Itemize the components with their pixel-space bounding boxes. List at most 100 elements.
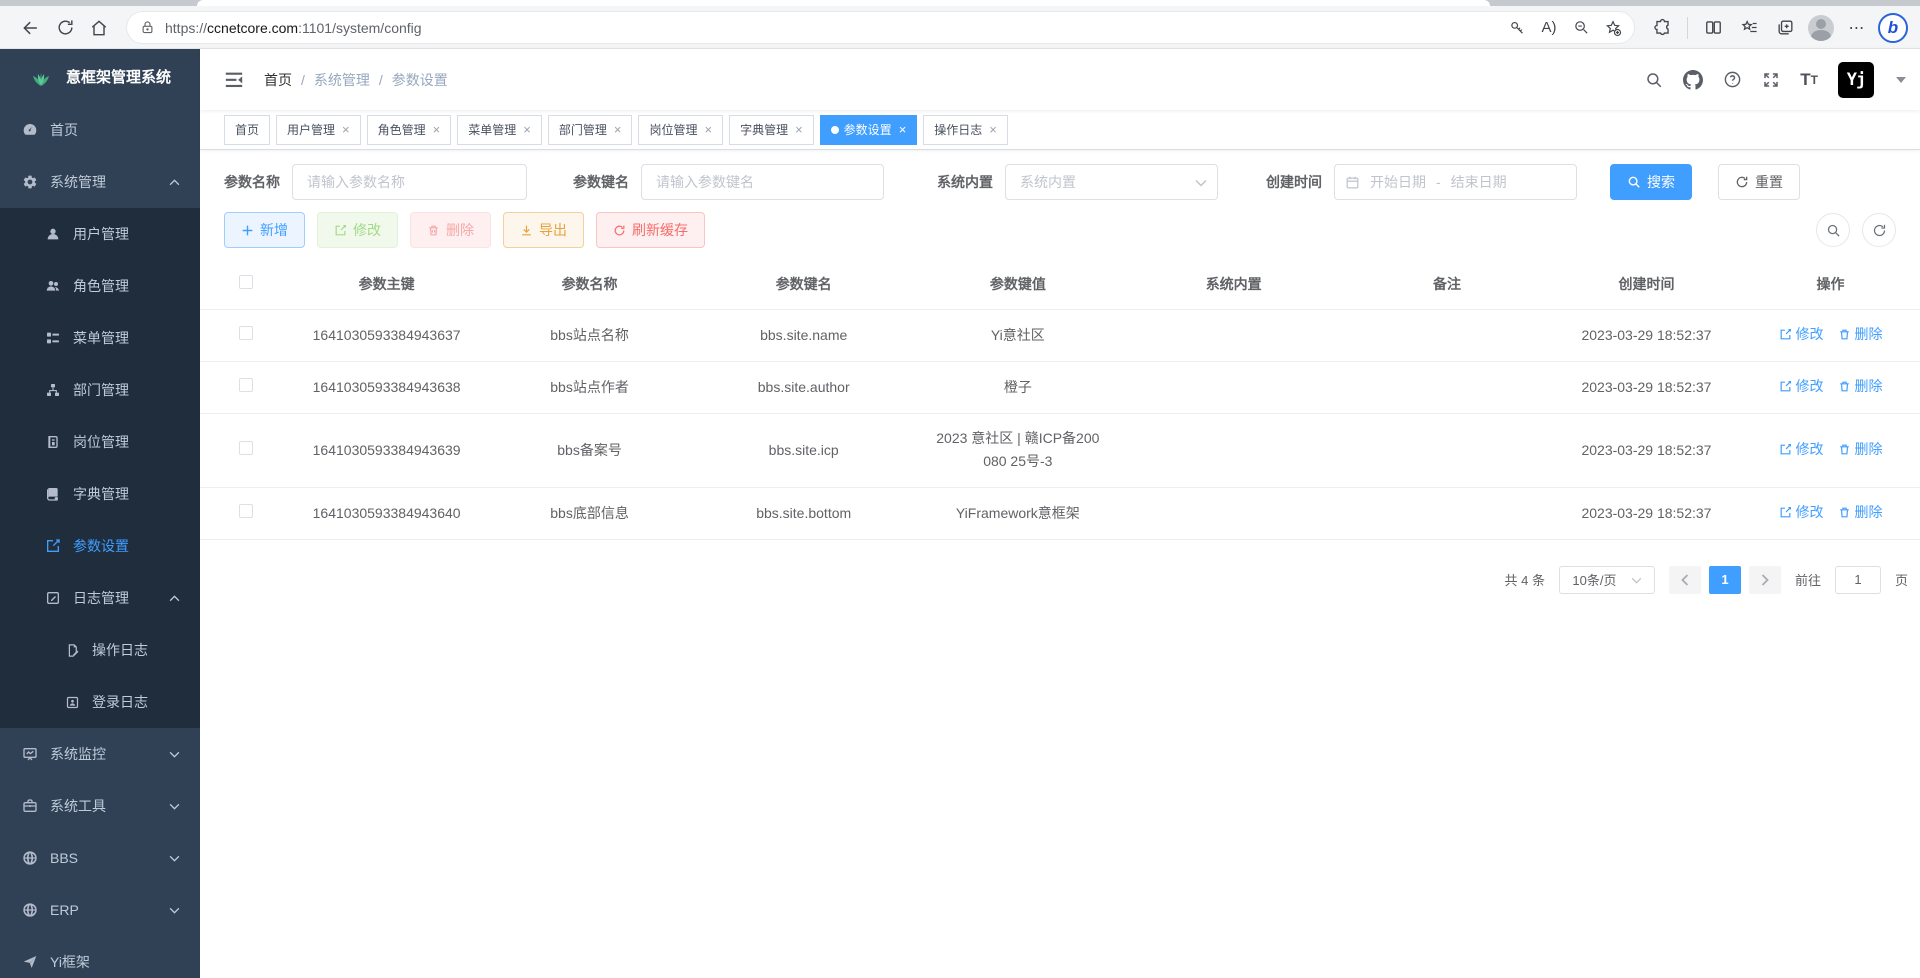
back-button[interactable] — [14, 11, 48, 45]
tab-menus[interactable]: 菜单管理× — [457, 115, 542, 145]
close-icon[interactable]: × — [614, 122, 622, 137]
header-search-button[interactable] — [1645, 71, 1663, 89]
copilot-button[interactable]: b — [1876, 11, 1910, 45]
users-icon — [45, 278, 61, 294]
search-button[interactable]: 搜索 — [1610, 164, 1692, 200]
tab-home[interactable]: 首页 — [224, 115, 270, 145]
close-icon[interactable]: × — [433, 122, 441, 137]
avatar-caret-icon[interactable] — [1896, 77, 1906, 83]
favorites-button[interactable] — [1732, 11, 1766, 45]
tab-config-active[interactable]: 参数设置× — [820, 115, 918, 145]
read-aloud-button[interactable]: A) — [1535, 14, 1563, 42]
row-delete-link[interactable]: 删除 — [1838, 438, 1883, 461]
url-bar[interactable]: https://ccnetcore.com:1101/system/config… — [126, 11, 1635, 44]
row-checkbox[interactable] — [239, 441, 253, 455]
close-icon[interactable]: × — [342, 122, 350, 137]
refresh-cache-button[interactable]: 刷新缓存 — [596, 212, 705, 248]
row-edit-link[interactable]: 修改 — [1779, 501, 1824, 524]
chevron-down-icon — [169, 803, 180, 810]
goto-page-input[interactable] — [1835, 566, 1881, 594]
filter-builtin-label: 系统内置 — [937, 172, 993, 192]
edit-icon — [334, 224, 347, 237]
breadcrumb-home[interactable]: 首页 — [264, 70, 292, 90]
add-favorite-button[interactable] — [1599, 14, 1627, 42]
sidebar-item-depts[interactable]: 部门管理 — [0, 364, 200, 416]
github-button[interactable] — [1683, 70, 1703, 90]
close-icon[interactable]: × — [704, 122, 712, 137]
tab-posts[interactable]: 岗位管理× — [638, 115, 723, 145]
close-icon[interactable]: × — [523, 122, 531, 137]
tab-dicts[interactable]: 字典管理× — [729, 115, 814, 145]
filter-name-input[interactable] — [292, 164, 527, 200]
password-button[interactable] — [1503, 14, 1531, 42]
row-checkbox[interactable] — [239, 326, 253, 340]
row-delete-link[interactable]: 删除 — [1838, 375, 1883, 398]
refresh-table-button[interactable] — [1862, 213, 1896, 247]
close-icon[interactable]: × — [899, 122, 907, 137]
home-button[interactable] — [82, 11, 116, 45]
cell-name: bbs备案号 — [482, 414, 697, 487]
sidebar-item-yiframework[interactable]: Yi框架 — [0, 936, 200, 978]
sidebar-item-dicts[interactable]: 字典管理 — [0, 468, 200, 520]
sidebar-item-erp[interactable]: ERP — [0, 884, 200, 936]
profile-button[interactable] — [1804, 11, 1838, 45]
page-number-1[interactable]: 1 — [1709, 566, 1741, 594]
extensions-button[interactable] — [1645, 11, 1679, 45]
fullscreen-button[interactable] — [1762, 71, 1780, 89]
sidebar-item-logs[interactable]: 日志管理 — [0, 572, 200, 624]
sidebar-item-tools[interactable]: 系统工具 — [0, 780, 200, 832]
sidebar-item-oplog[interactable]: 操作日志 — [0, 624, 200, 676]
logo[interactable]: 意框架管理系统 — [0, 49, 200, 104]
sidebar-item-roles[interactable]: 角色管理 — [0, 260, 200, 312]
settings-more-button[interactable]: ⋯ — [1840, 11, 1874, 45]
browser-tabstrip — [0, 0, 1920, 6]
sidebar-item-label: 登录日志 — [92, 692, 148, 712]
sidebar-item-users[interactable]: 用户管理 — [0, 208, 200, 260]
font-size-button[interactable]: TT — [1800, 70, 1818, 90]
next-page-button[interactable] — [1749, 566, 1781, 594]
sidebar-item-home[interactable]: 首页 — [0, 104, 200, 156]
sidebar-item-bbs[interactable]: BBS — [0, 832, 200, 884]
row-checkbox[interactable] — [239, 378, 253, 392]
sidebar-item-menus[interactable]: 菜单管理 — [0, 312, 200, 364]
sidebar-item-system[interactable]: 系统管理 — [0, 156, 200, 208]
sidebar-item-loginlog[interactable]: 登录日志 — [0, 676, 200, 728]
delete-button[interactable]: 删除 — [410, 212, 491, 248]
close-icon[interactable]: × — [989, 122, 997, 137]
select-all-checkbox[interactable] — [239, 275, 253, 289]
tab-roles[interactable]: 角色管理× — [367, 115, 452, 145]
refresh-button[interactable] — [48, 11, 82, 45]
collections-button[interactable] — [1768, 11, 1802, 45]
toggle-search-button[interactable] — [1816, 213, 1850, 247]
row-delete-link[interactable]: 删除 — [1838, 323, 1883, 346]
date-range-picker[interactable]: 开始日期 - 结束日期 — [1334, 164, 1577, 200]
url-text[interactable]: https://ccnetcore.com:1101/system/config — [165, 20, 1503, 36]
split-screen-button[interactable] — [1696, 11, 1730, 45]
zoom-out-button[interactable] — [1567, 14, 1595, 42]
row-edit-link[interactable]: 修改 — [1779, 438, 1824, 461]
user-avatar-button[interactable]: Yj — [1838, 62, 1874, 98]
sidebar-item-config[interactable]: 参数设置 — [0, 520, 200, 572]
breadcrumb-system[interactable]: 系统管理 — [314, 70, 370, 90]
filter-key-input[interactable] — [641, 164, 884, 200]
collapse-sidebar-button[interactable] — [216, 62, 252, 98]
row-edit-link[interactable]: 修改 — [1779, 375, 1824, 398]
prev-page-button[interactable] — [1669, 566, 1701, 594]
help-button[interactable] — [1723, 70, 1742, 89]
close-icon[interactable]: × — [795, 122, 803, 137]
edit-button[interactable]: 修改 — [317, 212, 398, 248]
builtin-select[interactable]: 系统内置 — [1005, 164, 1218, 200]
export-button[interactable]: 导出 — [503, 212, 584, 248]
browser-active-tab[interactable] — [197, 0, 1490, 6]
row-checkbox[interactable] — [239, 504, 253, 518]
sidebar-item-monitor[interactable]: 系统监控 — [0, 728, 200, 780]
row-edit-link[interactable]: 修改 — [1779, 323, 1824, 346]
add-button[interactable]: 新增 — [224, 212, 305, 248]
page-size-select[interactable]: 10条/页 — [1559, 566, 1655, 594]
tab-oplog[interactable]: 操作日志× — [923, 115, 1008, 145]
row-delete-link[interactable]: 删除 — [1838, 501, 1883, 524]
tab-depts[interactable]: 部门管理× — [548, 115, 633, 145]
sidebar-item-posts[interactable]: 岗位管理 — [0, 416, 200, 468]
tab-users[interactable]: 用户管理× — [276, 115, 361, 145]
reset-button[interactable]: 重置 — [1718, 164, 1800, 200]
